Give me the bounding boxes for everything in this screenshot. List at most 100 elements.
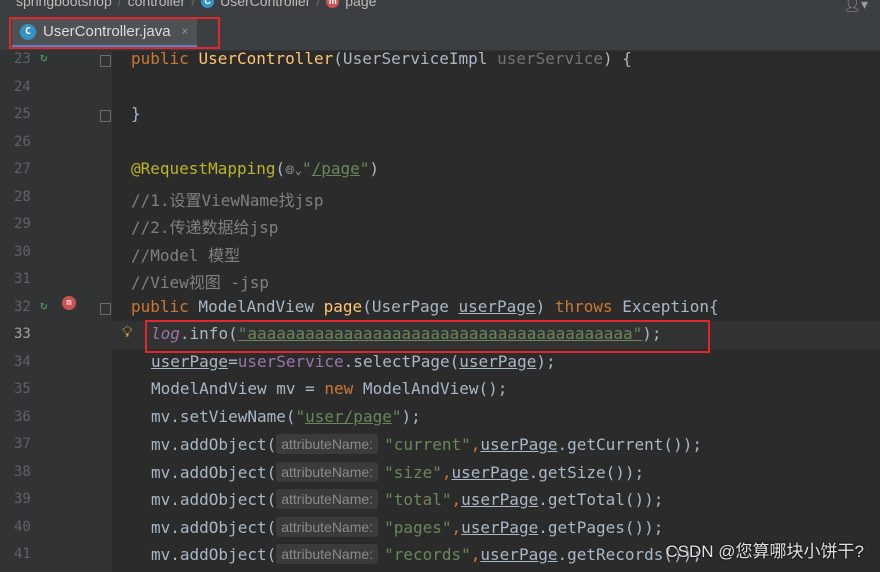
line-number: 26 — [14, 133, 31, 150]
code-text: ModelAndView mv = — [151, 379, 325, 398]
current-code-line[interactable]: 33 💡︎ log.info("aaaaaaaaaaaaaaaaaaaaaaaa… — [0, 321, 880, 349]
code-text: ); — [401, 406, 421, 426]
code-line[interactable]: 36 mv.setViewName("user/page"); — [0, 404, 880, 432]
variable: userPage — [461, 517, 539, 537]
code-line[interactable]: 23 ↻ public UserController(UserServiceIm… — [0, 46, 880, 74]
parameter-hint: attributeName: — [276, 489, 379, 509]
line-number: 38 — [14, 463, 31, 480]
code-text: mv.addObject( — [151, 435, 277, 454]
code-text: (UserPage — [362, 296, 459, 316]
code-text: mv.setViewName( — [151, 406, 296, 426]
keyword: new — [324, 379, 354, 398]
tab-label: UserController.java — [43, 23, 171, 40]
string-literal: "records" — [384, 545, 471, 564]
code-line[interactable]: 30 //Model 模型 — [0, 239, 880, 267]
code-text: ) { — [603, 49, 632, 68]
code-text: ModelAndView — [188, 296, 324, 316]
comment: //1.设置ViewName找jsp — [131, 190, 324, 210]
view-path-link[interactable]: user/page — [305, 407, 392, 426]
request-mapping-icon[interactable]: m — [62, 295, 76, 310]
string-quote: " — [301, 159, 312, 178]
code-text: ) — [369, 159, 380, 178]
line-number: 32 — [14, 298, 31, 315]
code-line[interactable]: 31 //View视图 -jsp — [0, 266, 880, 294]
code-line[interactable]: 29 //2.传递数据给jsp — [0, 211, 880, 239]
line-number: 25 — [14, 106, 31, 122]
breadcrumb-separator: / — [117, 0, 122, 9]
url-path-link[interactable]: /page — [312, 159, 360, 178]
line-number: 24 — [14, 78, 31, 95]
code-line[interactable]: 24 — [0, 74, 880, 102]
code-text: } — [131, 104, 141, 123]
fold-icon[interactable] — [100, 110, 111, 122]
breadcrumb-separator: / — [316, 0, 321, 9]
line-number: 31 — [14, 271, 31, 287]
line-number: 39 — [14, 491, 31, 507]
line-number: 37 — [14, 436, 31, 452]
code-line[interactable]: 28 //1.设置ViewName找jsp — [0, 184, 880, 212]
code-text: ); — [536, 351, 556, 371]
method-icon: m — [326, 0, 340, 8]
implementation-icon[interactable]: ↻ — [40, 298, 47, 312]
line-number: 28 — [14, 188, 31, 205]
comment: //View视图 -jsp — [131, 273, 269, 292]
code-text: ModelAndView(); — [353, 379, 508, 398]
variable: userPage — [151, 351, 229, 371]
keyword: public — [131, 296, 189, 316]
code-text: .getCurrent()); — [557, 435, 702, 454]
line-number: 33 — [14, 326, 31, 342]
code-editor[interactable]: 23 ↻ public UserController(UserServiceIm… — [0, 49, 880, 572]
string-quote: " — [295, 406, 306, 426]
log-field: log — [151, 324, 180, 343]
variable: userPage — [451, 462, 529, 482]
tab-usercontroller-java[interactable]: C UserController.java × — [12, 18, 197, 48]
line-number: 36 — [14, 408, 31, 425]
fold-icon[interactable] — [100, 302, 111, 315]
comment: //2.传递数据给jsp — [131, 218, 279, 237]
line-number: 29 — [14, 216, 31, 232]
code-text: mv.addObject( — [151, 545, 277, 564]
code-line[interactable]: 34 userPage=userService.selectPage(userP… — [0, 349, 880, 377]
breadcrumb-separator: / — [191, 0, 196, 9]
code-line[interactable]: 39 mv.addObject(attributeName: "total",us… — [0, 486, 880, 514]
code-text: ) — [535, 296, 555, 316]
breadcrumb-package[interactable]: controller — [128, 0, 186, 9]
code-text: (UserServiceImpl — [333, 49, 498, 68]
comma: , — [470, 435, 481, 454]
implementation-icon[interactable]: ↻ — [40, 50, 47, 64]
close-icon[interactable]: × — [181, 24, 188, 38]
class-icon: C — [201, 0, 215, 8]
code-line[interactable]: 27 @RequestMapping(🌐︎⌄"/page") — [0, 156, 880, 184]
code-line[interactable]: 37 mv.addObject(attributeName: "current",… — [0, 431, 880, 459]
variable: userPage — [480, 545, 558, 564]
fold-icon[interactable] — [100, 55, 111, 67]
variable: userPage — [480, 435, 558, 454]
breadcrumb-method[interactable]: page — [345, 0, 376, 9]
code-line[interactable]: 32 ↻ m public ModelAndView page(UserPage… — [0, 294, 880, 322]
globe-icon[interactable]: 🌐︎⌄ — [285, 163, 302, 177]
parameter-hint: attributeName: — [276, 461, 379, 482]
breadcrumb-project[interactable]: springbootshop — [16, 0, 112, 9]
parameter: userPage — [458, 296, 536, 316]
method-name: page — [323, 296, 363, 316]
code-line[interactable]: 25 } — [0, 101, 880, 129]
code-text: Exception{ — [612, 296, 719, 316]
string-literal: "size" — [384, 462, 442, 482]
code-line[interactable]: 26 — [0, 129, 880, 157]
user-icon[interactable]: 👤︎▾ — [843, 0, 868, 13]
variable: userPage — [459, 351, 537, 371]
code-line[interactable]: 35 ModelAndView mv = new ModelAndView(); — [0, 376, 880, 404]
code-text: .info( — [179, 324, 238, 343]
line-number: 23 — [14, 51, 31, 67]
watermark: CSDN @您算哪块小饼干? — [665, 542, 864, 561]
string-quote: " — [359, 159, 370, 178]
lightbulb-icon[interactable]: 💡︎ — [122, 323, 133, 341]
parameter-hint: attributeName: — [276, 516, 379, 537]
breadcrumb-class[interactable]: UserController — [220, 0, 310, 9]
variable: userPage — [461, 490, 539, 509]
code-text: .getPages()); — [538, 517, 664, 537]
line-number: 30 — [14, 243, 31, 260]
comma: , — [441, 462, 452, 482]
code-line[interactable]: 38 mv.addObject(attributeName: "size",use… — [0, 459, 880, 487]
constructor-name: UserController — [198, 49, 334, 68]
